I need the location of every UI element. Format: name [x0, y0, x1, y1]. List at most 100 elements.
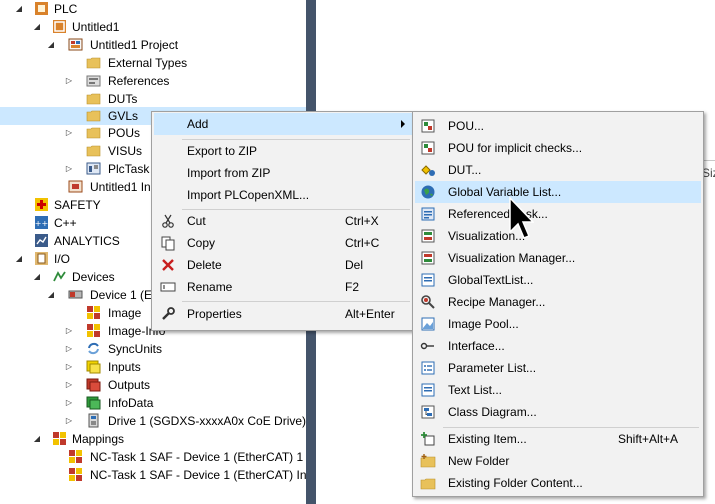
tree-item-external-types[interactable]: External Types [0, 54, 306, 72]
new-folder-icon [420, 454, 436, 468]
expand-arrow-icon[interactable]: ▷ [64, 394, 74, 412]
menu-item-import-plcopenxml[interactable]: Import PLCopenXML... [154, 184, 412, 206]
mouse-pointer-icon [509, 196, 534, 239]
tree-item-label: Image [108, 306, 142, 320]
tree-item-visus[interactable]: VISUs [0, 142, 150, 160]
menu-item-interface[interactable]: Interface... [415, 335, 701, 357]
tree-item-references[interactable]: ▷ References [0, 72, 306, 90]
menu-item-global-variable-list[interactable]: Global Variable List... [415, 181, 701, 203]
plc-icon [35, 2, 48, 15]
menu-item-label: Delete [187, 258, 222, 272]
folder-icon [86, 145, 101, 157]
expand-arrow-icon[interactable]: ▷ [64, 124, 74, 142]
tree-item-untitled1-project[interactable]: ◢ Untitled1 Project [0, 36, 306, 54]
tree-item-untitled1[interactable]: ◢ Untitled1 [0, 18, 306, 36]
menu-item-label: Recipe Manager... [448, 295, 546, 309]
image-pool-icon [421, 317, 435, 331]
tree-item-devices[interactable]: ◢ Devices [0, 268, 150, 286]
tree-item-infodata[interactable]: ▷ InfoData [0, 394, 306, 412]
io-icon [35, 252, 48, 265]
tree-item-mappings[interactable]: ◢ Mappings [0, 430, 306, 448]
expand-arrow-icon[interactable]: ▷ [64, 72, 74, 90]
tree-item-duts[interactable]: DUTs [0, 90, 306, 108]
folder-icon [86, 110, 101, 122]
tree-item-device-1[interactable]: ◢ Device 1 (Eth [0, 286, 162, 304]
collapse-arrow-icon[interactable]: ◢ [46, 36, 56, 54]
collapse-arrow-icon[interactable]: ◢ [32, 430, 42, 448]
collapse-arrow-icon[interactable]: ◢ [32, 268, 42, 286]
menu-item-class-diagram[interactable]: Class Diagram... [415, 401, 701, 423]
menu-item-copy[interactable]: Copy Ctrl+C [154, 232, 412, 254]
menu-item-recipe-manager[interactable]: Recipe Manager... [415, 291, 701, 313]
menu-item-label: Import from ZIP [187, 166, 271, 180]
menu-item-label: Existing Folder Content... [448, 476, 583, 490]
tree-item-io[interactable]: ◢ I/O [0, 250, 150, 268]
expand-arrow-icon[interactable]: ▷ [64, 412, 74, 430]
tree-item-drive-1[interactable]: ▷ Drive 1 (SGDXS-xxxxA0x CoE Drive) [0, 412, 306, 430]
expand-arrow-icon[interactable]: ▷ [64, 358, 74, 376]
tree-item-outputs[interactable]: ▷ Outputs [0, 376, 306, 394]
tree-item-untitled1-instance[interactable]: Untitled1 In [0, 178, 151, 196]
tree-item-label: Inputs [108, 360, 141, 374]
tree-item-label: Drive 1 (SGDXS-xxxxA0x CoE Drive) [108, 414, 306, 428]
tree-item-plc[interactable]: ◢ PLC [0, 0, 306, 18]
menu-item-existing-item[interactable]: Existing Item... Shift+Alt+A [415, 428, 701, 450]
menu-item-export-zip[interactable]: Export to ZIP [154, 140, 412, 162]
menu-item-referenced-task[interactable]: Referenced Task... [415, 203, 701, 225]
expand-arrow-icon[interactable]: ▷ [64, 376, 74, 394]
menu-item-image-pool[interactable]: Image Pool... [415, 313, 701, 335]
menu-item-shortcut: Ctrl+C [345, 236, 380, 250]
menu-item-properties[interactable]: Properties Alt+Enter [154, 303, 412, 325]
menu-item-label: Properties [187, 307, 242, 321]
menu-item-new-folder[interactable]: New Folder [415, 450, 701, 472]
mapping-item-icon [69, 468, 82, 481]
menu-item-rename[interactable]: Rename F2 [154, 276, 412, 298]
tree-item-label: SAFETY [54, 198, 101, 212]
menu-item-label: GlobalTextList... [448, 273, 534, 287]
menu-item-visualization[interactable]: Visualization... [415, 225, 701, 247]
menu-item-visualization-manager[interactable]: Visualization Manager... [415, 247, 701, 269]
menu-item-cut[interactable]: Cut Ctrl+X [154, 210, 412, 232]
references-icon [86, 75, 101, 87]
tree-item-mapping-2[interactable]: NC-Task 1 SAF - Device 1 (EtherCAT) Info [0, 466, 306, 484]
safety-icon [35, 198, 48, 211]
menu-item-dut[interactable]: DUT... [415, 159, 701, 181]
tree-item-image[interactable]: Image [0, 304, 150, 322]
tree-item-image-info[interactable]: ▷ Image-Info [0, 322, 165, 340]
tree-item-plctask[interactable]: ▷ PlcTask ( [0, 160, 157, 178]
tree-item-label: I/O [54, 252, 71, 266]
menu-item-label: Export to ZIP [187, 144, 258, 158]
tree-item-pous[interactable]: ▷ POUs [0, 124, 150, 142]
menu-item-label: Copy [187, 236, 216, 250]
text-list-icon [421, 383, 435, 397]
expand-arrow-icon[interactable]: ▷ [64, 322, 74, 340]
menu-item-label: DUT... [448, 163, 482, 177]
expand-arrow-icon[interactable]: ▷ [64, 160, 74, 178]
tree-item-analytics[interactable]: ANALYTICS [0, 232, 150, 250]
menu-item-globaltextlist[interactable]: GlobalTextList... [415, 269, 701, 291]
tree-item-safety[interactable]: SAFETY [0, 196, 150, 214]
menu-item-add[interactable]: Add [154, 113, 412, 135]
folder-icon [420, 478, 436, 490]
pou-icon [421, 119, 435, 133]
tree-item-syncunits[interactable]: ▷ SyncUnits [0, 340, 306, 358]
tree-item-label: Mappings [72, 432, 125, 446]
menu-item-parameter-list[interactable]: Parameter List... [415, 357, 701, 379]
menu-item-delete[interactable]: Delete Del [154, 254, 412, 276]
collapse-arrow-icon[interactable]: ◢ [32, 18, 42, 36]
mappings-icon [53, 432, 66, 445]
tree-item-label: Devices [72, 270, 115, 284]
collapse-arrow-icon[interactable]: ◢ [14, 250, 24, 268]
collapse-arrow-icon[interactable]: ◢ [46, 286, 56, 304]
menu-item-import-zip[interactable]: Import from ZIP [154, 162, 412, 184]
tree-item-mapping-1[interactable]: NC-Task 1 SAF - Device 1 (EtherCAT) 1 [0, 448, 306, 466]
collapse-arrow-icon[interactable]: ◢ [14, 0, 24, 18]
menu-item-existing-folder-content[interactable]: Existing Folder Content... [415, 472, 701, 494]
menu-item-pou-implicit-checks[interactable]: POU for implicit checks... [415, 137, 701, 159]
tree-item-cpp[interactable]: ++ C++ [0, 214, 150, 232]
menu-item-text-list[interactable]: Text List... [415, 379, 701, 401]
svg-text:++: ++ [35, 219, 48, 228]
menu-item-pou[interactable]: POU... [415, 115, 701, 137]
expand-arrow-icon[interactable]: ▷ [64, 340, 74, 358]
tree-item-inputs[interactable]: ▷ Inputs [0, 358, 306, 376]
